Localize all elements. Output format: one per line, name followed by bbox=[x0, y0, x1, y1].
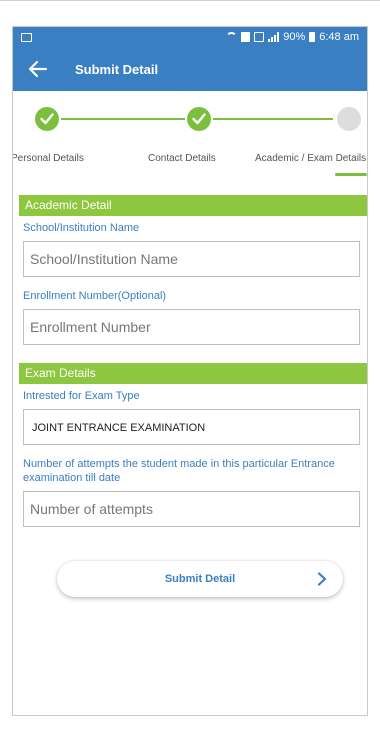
app-bar: Submit Detail bbox=[13, 47, 367, 91]
step-1-check-icon bbox=[35, 107, 59, 131]
status-bar: 90% 6:48 am bbox=[13, 27, 367, 47]
step-label-personal[interactable]: Personal Details bbox=[13, 153, 84, 164]
signal-icon bbox=[268, 32, 280, 42]
step-connector bbox=[61, 118, 185, 120]
arrow-left-icon bbox=[28, 60, 48, 78]
chevron-right-icon bbox=[317, 572, 327, 586]
battery-percentage: 90% bbox=[283, 31, 306, 43]
phone-screen: 90% 6:48 am Submit Detail Personal Detai… bbox=[12, 26, 368, 716]
battery-icon bbox=[309, 32, 316, 42]
image-icon bbox=[21, 32, 32, 42]
step-connector bbox=[213, 118, 333, 120]
active-step-indicator bbox=[335, 173, 367, 176]
top-divider bbox=[0, 0, 380, 1]
exam-type-select[interactable]: JOINT ENTRANCE EXAMINATION bbox=[23, 409, 360, 445]
attempts-label: Number of attempts the student made in t… bbox=[23, 458, 335, 484]
submit-button[interactable]: Submit Detail bbox=[57, 561, 343, 597]
submit-label: Submit Detail bbox=[164, 573, 236, 585]
step-label-contact[interactable]: Contact Details bbox=[148, 153, 216, 164]
academic-section-header: Academic Detail bbox=[19, 195, 367, 216]
sim-icon bbox=[254, 32, 265, 42]
school-input[interactable] bbox=[23, 241, 360, 277]
attempts-input[interactable] bbox=[23, 491, 360, 527]
exam-section-header: Exam Details bbox=[19, 363, 367, 384]
step-label-academic[interactable]: Academic / Exam Details bbox=[255, 153, 366, 164]
clock: 6:48 am bbox=[319, 31, 359, 43]
exam-type-label: Intrested for Exam Type bbox=[23, 390, 140, 402]
back-button[interactable] bbox=[27, 58, 49, 80]
page-title: Submit Detail bbox=[75, 61, 159, 77]
wifi-icon bbox=[226, 31, 238, 43]
enrollment-label: Enrollment Number(Optional) bbox=[23, 290, 167, 302]
step-3-pending-icon bbox=[337, 107, 361, 131]
school-label: School/Institution Name bbox=[23, 222, 140, 234]
step-2-check-icon bbox=[187, 107, 211, 131]
enrollment-input[interactable] bbox=[23, 309, 360, 345]
data-icon bbox=[241, 32, 251, 42]
progress-stepper: Personal Details Contact Details Academi… bbox=[13, 91, 367, 195]
